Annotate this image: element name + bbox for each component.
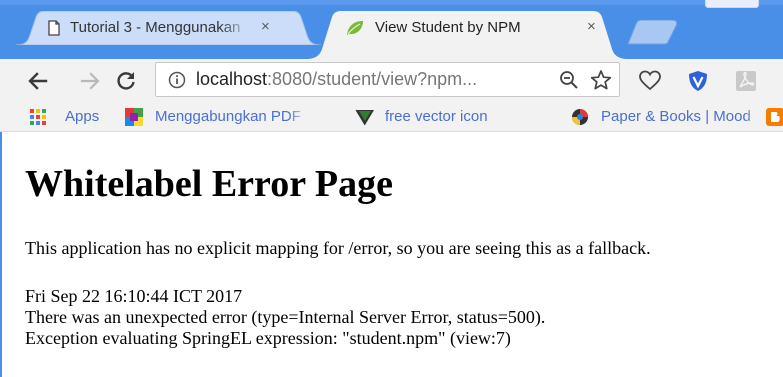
url-text[interactable]: localhost:8080/student/view?npm... xyxy=(196,69,477,90)
pdf-icon[interactable] xyxy=(735,70,757,92)
exception-message: Exception evaluating SpringEL expression… xyxy=(25,328,511,348)
error-intro: This application has no explicit mapping… xyxy=(25,238,651,258)
blogger-icon xyxy=(766,108,783,126)
close-icon[interactable]: × xyxy=(261,18,270,36)
label-fade xyxy=(288,107,310,127)
close-icon[interactable]: × xyxy=(587,18,596,36)
new-tab-button[interactable] xyxy=(624,20,680,45)
tab-view-student[interactable]: View Student by NPM × xyxy=(306,11,636,59)
bookmarks-bar: Apps Menggabungkan PDF free vector icon xyxy=(0,102,783,132)
forward-arrow-icon[interactable] xyxy=(79,70,101,92)
error-timestamp: Fri Sep 22 16:10:44 ICT 2017 xyxy=(25,286,243,306)
document-icon xyxy=(46,20,62,36)
tab-tutorial[interactable]: Tutorial 3 - Menggunakan × xyxy=(16,11,336,45)
label-fade xyxy=(744,107,766,127)
color-blocks-icon xyxy=(125,108,143,126)
tab-title: View Student by NPM xyxy=(375,19,521,36)
info-icon[interactable] xyxy=(168,71,186,89)
bookmark-free-vector-icon[interactable]: free vector icon xyxy=(355,107,535,127)
vector-v-icon xyxy=(355,108,374,126)
url-path: :8080/student/view?npm... xyxy=(267,69,478,89)
apps-grid-icon xyxy=(29,108,47,126)
shield-icon[interactable] xyxy=(687,70,709,92)
zoom-icon[interactable] xyxy=(559,70,579,90)
tab-strip: Tutorial 3 - Menggunakan × View Student … xyxy=(0,0,783,59)
tab-title-fade xyxy=(220,17,250,39)
bookmark-label: free vector icon xyxy=(385,108,488,125)
star-icon[interactable] xyxy=(590,69,612,91)
spring-leaf-icon xyxy=(346,20,363,36)
bookmark-label: Apps xyxy=(65,108,100,125)
page-content: Whitelabel Error Page This application h… xyxy=(0,132,783,377)
page-title: Whitelabel Error Page xyxy=(25,163,393,205)
bookmark-label: Menggabungkan PDF xyxy=(155,108,301,125)
url-host: localhost xyxy=(196,69,268,89)
error-message: There was an unexpected error (type=Inte… xyxy=(25,307,546,327)
titlebar xyxy=(0,0,783,5)
bookmark-blogger[interactable] xyxy=(766,107,783,127)
profile-chip[interactable] xyxy=(705,0,759,8)
bookmark-label: Paper & Books | Mood xyxy=(601,108,751,125)
bookmark-menggabungkan[interactable]: Menggabungkan PDF xyxy=(125,107,310,127)
bookmark-paper-books[interactable]: Paper & Books | Mood xyxy=(571,107,766,127)
back-arrow-icon[interactable] xyxy=(27,70,49,92)
colorful-ball-icon xyxy=(571,108,589,126)
address-bar[interactable]: localhost:8080/student/view?npm... xyxy=(155,62,620,97)
toolbar: localhost:8080/student/view?npm... xyxy=(0,59,783,102)
heart-icon[interactable] xyxy=(639,70,661,92)
reload-icon[interactable] xyxy=(115,70,137,92)
